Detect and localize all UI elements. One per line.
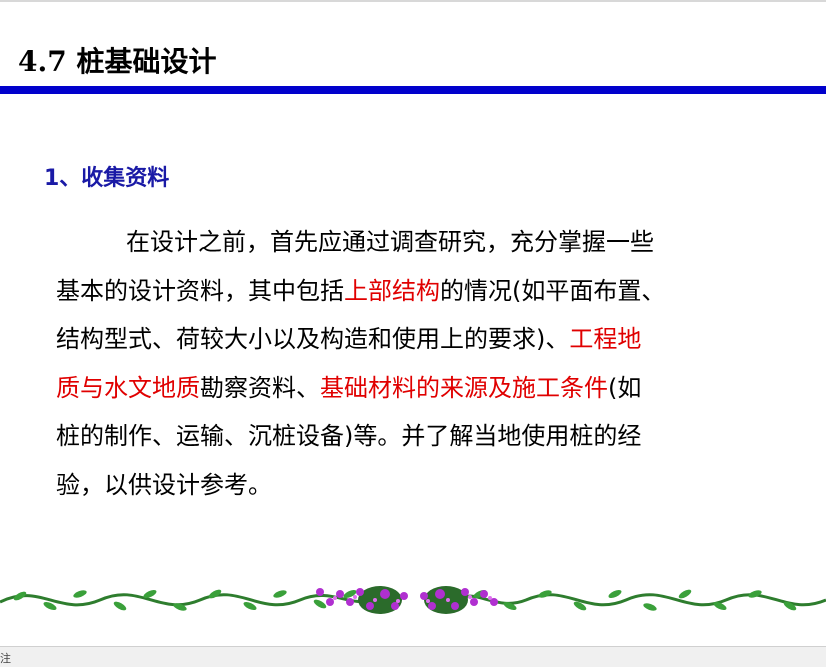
text-run: 结构型式、荷较大小以及构造和使用上的要求)、 <box>56 325 570 353</box>
notes-bar[interactable]: 注 <box>0 646 826 667</box>
highlight-text: 基础材料的来源及施工条件 <box>320 373 608 402</box>
paragraph-line: 桩的制作、运输、沉桩设备)等。并了解当地使用桩的经 <box>56 412 756 461</box>
slide: 4.7 桩基础设计 1、收集资料 在设计之前，首先应通过调查研究，充分掌握一些 … <box>0 0 826 646</box>
text-run: 验，以供设计参考。 <box>56 470 272 499</box>
text-run: 桩的制作、运输、沉桩设备)等。并了解当地使用桩的经 <box>56 422 642 450</box>
section-heading: 1、收集资料 <box>44 166 170 191</box>
text-run: (如 <box>608 373 642 402</box>
paragraph-line: 在设计之前，首先应通过调查研究，充分掌握一些 <box>56 218 756 267</box>
paragraph-line: 验，以供设计参考。 <box>56 461 756 510</box>
body-paragraph: 在设计之前，首先应通过调查研究，充分掌握一些 基本的设计资料，其中包括上部结构的… <box>56 218 756 509</box>
text-run: 基本的设计资料，其中包括 <box>56 276 344 305</box>
title-rule <box>0 86 826 94</box>
paragraph-line: 质与水文地质勘察资料、基础材料的来源及施工条件(如 <box>56 364 756 413</box>
top-divider <box>0 0 826 2</box>
slide-title: 4.7 桩基础设计 <box>18 45 217 78</box>
paragraph-line: 结构型式、荷较大小以及构造和使用上的要求)、工程地 <box>56 315 756 364</box>
highlight-text: 上部结构 <box>344 276 440 305</box>
notes-label: 注 <box>0 652 11 665</box>
text-run: 的情况(如平面布置、 <box>440 276 666 305</box>
flower-vine-border-icon <box>0 586 826 614</box>
highlight-text: 工程地 <box>569 325 642 353</box>
highlight-text: 质与水文地质 <box>56 373 200 402</box>
text-run: 勘察资料、 <box>200 373 320 402</box>
paragraph-line: 基本的设计资料，其中包括上部结构的情况(如平面布置、 <box>56 267 756 316</box>
text-run: 在设计之前，首先应通过调查研究，充分掌握一些 <box>126 228 654 256</box>
